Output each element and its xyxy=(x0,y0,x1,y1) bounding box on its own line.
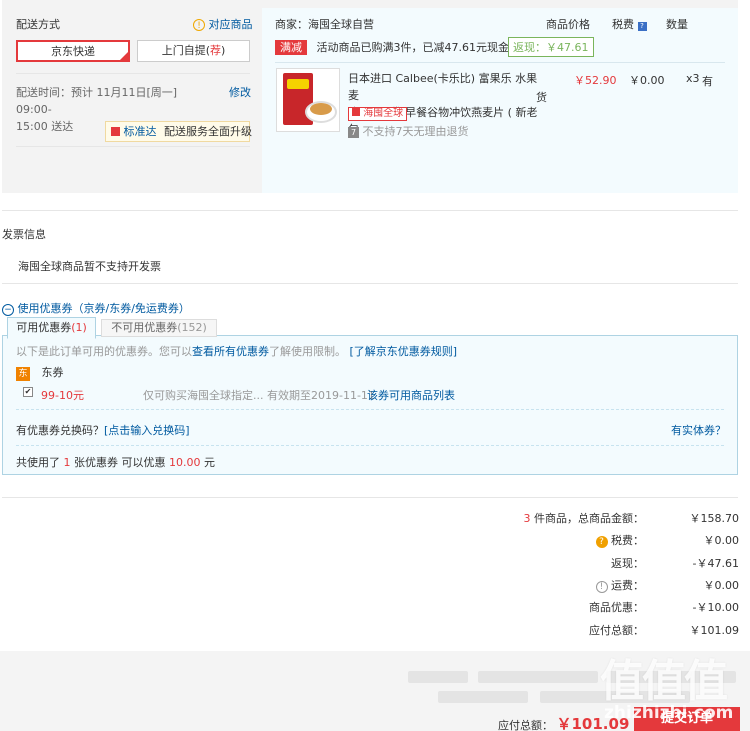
shop-panel: 商家：海囤全球自营 商品价格 税费 ? 数量 满减 活动商品已购满3件，已减47… xyxy=(262,8,738,193)
no-return-notice: 7 不支持7天无理由退货 xyxy=(348,123,469,139)
promo-tag: 满减 xyxy=(275,40,307,55)
stock-status-2: 货 xyxy=(536,91,547,104)
invoice-heading: 发票信息 xyxy=(2,228,46,241)
coupon-panel: 以下是此订单可用的优惠券。您可以查看所有优惠券了解使用限制。 [了解京东优惠券规… xyxy=(2,335,738,475)
redeem-row: 有优惠券兑换码？[点击输入兑换码] xyxy=(16,424,190,437)
coupon-type-row: 东 东券 xyxy=(16,364,64,381)
seven-days-icon: 7 xyxy=(348,127,359,138)
watermark-site: zhizhizhi.com xyxy=(604,703,734,723)
coupon-used-summary: 共使用了 1 张优惠券 可以优惠 10.00 元 xyxy=(16,456,215,469)
coupon-detail: 仅可购买海囤全球指定... 有效期至2019-11-11 xyxy=(143,389,375,402)
blurred-address xyxy=(408,671,468,683)
redeem-code-link[interactable]: [点击输入兑换码] xyxy=(104,424,190,437)
match-products-link[interactable]: ! 对应商品 xyxy=(193,16,253,32)
seller-name: 商家：海囤全球自营 xyxy=(275,18,374,31)
summary-items-total: 3 件商品，总商品金额： ￥158.70 xyxy=(523,512,740,525)
stock-status: 有 xyxy=(702,75,713,88)
summary-shipping: ! 运费： ￥0.00 xyxy=(480,577,739,593)
summary-tax: ? 税费： ￥0.00 xyxy=(480,532,739,548)
product-qty: x3 xyxy=(686,72,700,85)
tax-help-icon[interactable]: ? xyxy=(595,536,608,548)
tab-unavailable-coupons[interactable]: 不可用优惠券(152) xyxy=(101,319,217,337)
col-qty-header: 数量 xyxy=(666,18,688,31)
product-price: ￥52.90 xyxy=(574,74,617,87)
coupon-products-link[interactable]: 该券可用商品列表 xyxy=(367,387,455,403)
summary-rebate: 返现： -￥47.61 xyxy=(611,557,739,570)
warning-icon: ! xyxy=(193,19,205,31)
blurred-address-2 xyxy=(478,671,598,683)
product-image[interactable] xyxy=(276,68,340,132)
global-icon xyxy=(352,108,360,116)
view-all-coupons-link[interactable]: 查看所有优惠券 xyxy=(192,345,269,358)
pickup-delivery-option[interactable]: 上门自提(荐) xyxy=(137,40,250,62)
product-tax: ￥0.00 xyxy=(629,74,665,87)
physical-coupon-link[interactable]: 有实体券？ xyxy=(671,422,726,438)
global-badge: 海囤全球 xyxy=(348,107,408,121)
checkout-bar: 应付总额： ￥101.09 提交订单 值值值 zhizhizhi.com xyxy=(0,651,750,731)
product-label-shape xyxy=(287,79,309,89)
calendar-icon xyxy=(111,127,120,136)
watermark-logo: 值值值 xyxy=(600,656,728,707)
promo-row: 满减 活动商品已购满3件，已减47.61元现金 xyxy=(275,39,509,55)
coupon-name: 99-10元 xyxy=(41,389,84,402)
col-price-header: 商品价格 xyxy=(546,18,590,31)
express-delivery-option[interactable]: 京东快递 xyxy=(16,40,130,62)
col-tax-header: 税费 ? xyxy=(612,16,647,32)
coupon-checkbox[interactable]: ✔ xyxy=(23,387,33,397)
modify-time-link[interactable]: 修改 xyxy=(229,84,251,100)
blurred-receiver xyxy=(438,691,528,703)
collapse-icon: − xyxy=(2,304,14,316)
coupon-toggle[interactable]: − 使用优惠券（京券/东券/免运费券） xyxy=(2,300,190,316)
delivery-section: 配送方式 ! 对应商品 京东快递 上门自提(荐) 配送时间：预计 11月11日[… xyxy=(2,0,738,193)
tab-available-coupons[interactable]: 可用优惠券(1) xyxy=(7,317,96,339)
invoice-text: 海囤全球商品暂不支持开发票 xyxy=(18,260,161,273)
coupon-description: 以下是此订单可用的优惠券。您可以查看所有优惠券了解使用限制。 [了解京东优惠券规… xyxy=(16,345,458,358)
info-icon[interactable]: ! xyxy=(595,581,608,593)
dong-coupon-icon: 东 xyxy=(16,367,30,381)
standard-delivery-badge: 标准达 配送服务全面升级 xyxy=(105,121,252,142)
cereal-shape xyxy=(310,103,332,115)
rebate-tag: 返现：￥47.61 xyxy=(508,37,594,57)
summary-discount: 商品优惠： -￥10.00 xyxy=(589,601,739,614)
promo-text: 活动商品已购满3件，已减47.61元现金 xyxy=(316,41,510,54)
delivery-heading: 配送方式 xyxy=(16,18,60,31)
summary-total: 应付总额： ￥101.09 xyxy=(589,624,739,637)
selected-corner-icon xyxy=(120,52,128,60)
coupon-rules-link[interactable]: [了解京东优惠券规则] xyxy=(350,345,458,358)
help-icon[interactable]: ? xyxy=(637,22,647,31)
